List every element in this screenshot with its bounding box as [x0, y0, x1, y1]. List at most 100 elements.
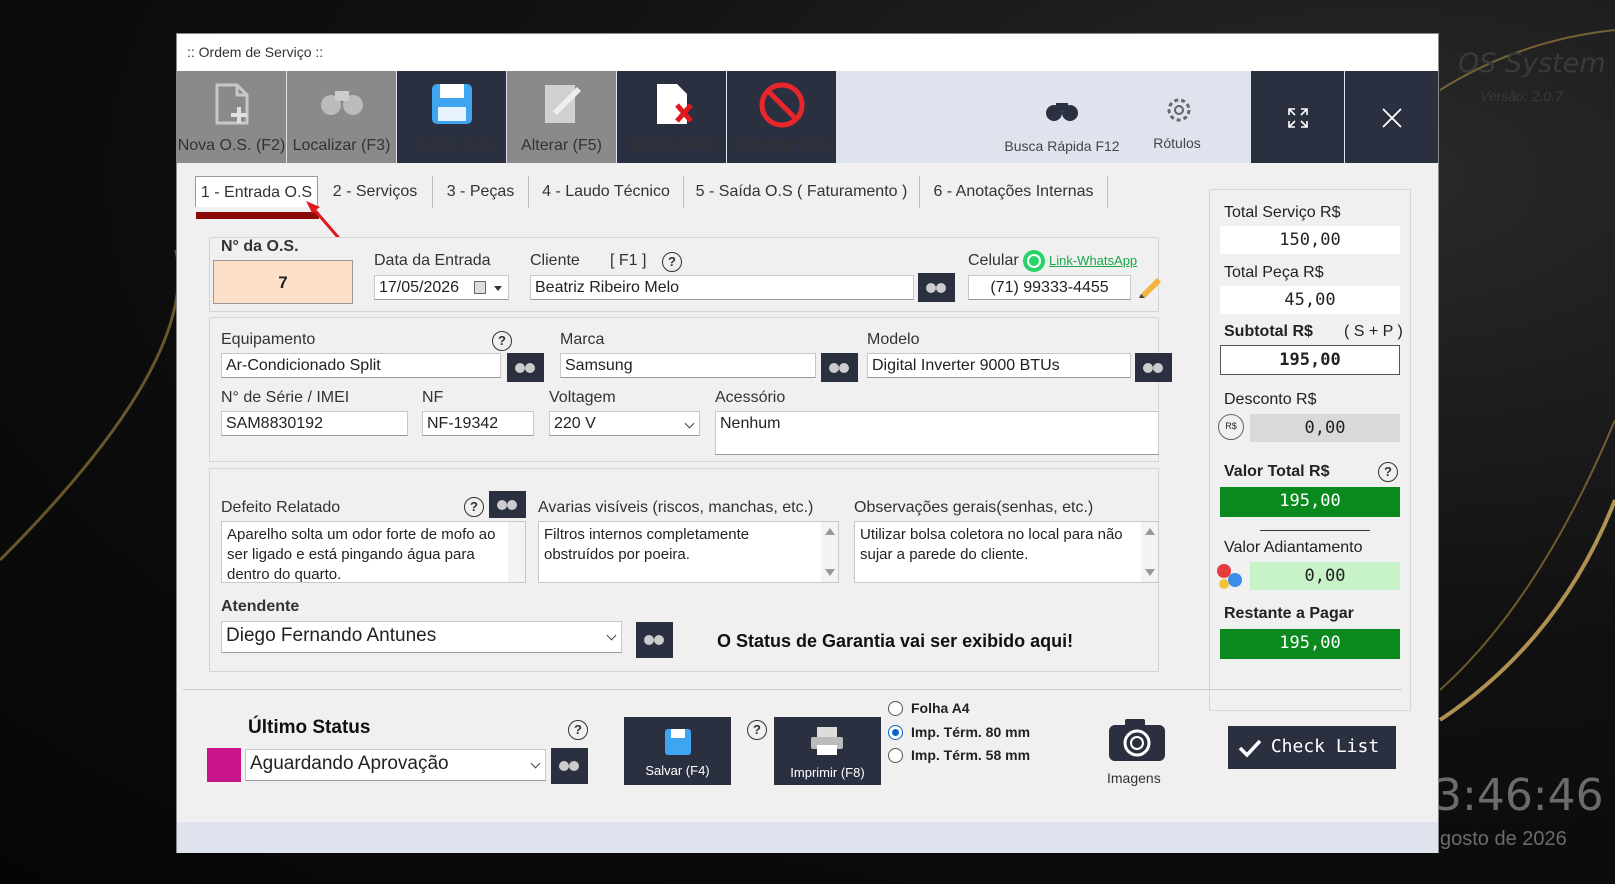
discount-label: Desconto R$	[1224, 391, 1317, 408]
client-field[interactable]: Beatriz Ribeiro Melo	[530, 275, 914, 300]
radio-80mm-dot[interactable]	[888, 725, 903, 740]
defect-search-button[interactable]	[489, 491, 526, 518]
defect-help-icon[interactable]: ?	[464, 497, 484, 517]
attendant-search-button[interactable]	[636, 622, 673, 658]
chevron-down-icon	[606, 630, 617, 641]
tab-laudo[interactable]: 4 - Laudo Técnico	[529, 176, 684, 208]
tab-entrada[interactable]: 1 - Entrada O.S	[195, 176, 318, 207]
service-order-window: :: Ordem de Serviço :: Nova O.S. (F2) Lo…	[176, 33, 1439, 853]
parts-total-label: Total Peça R$	[1224, 264, 1324, 281]
bottom-save-label: Salvar (F4)	[645, 763, 710, 778]
maximize-button[interactable]	[1251, 71, 1344, 163]
currency-icon: R$	[1218, 414, 1244, 440]
cancel-label: Cancelar (F7)	[732, 137, 831, 154]
delete-button[interactable]: Excluir (F6)	[617, 71, 726, 163]
radio-a4-label: Folha A4	[911, 700, 970, 716]
grand-total-help-icon[interactable]: ?	[1378, 462, 1398, 482]
damages-textarea[interactable]: Filtros internos completamente obstruído…	[538, 521, 839, 583]
pencil-icon[interactable]	[1137, 274, 1163, 303]
brand-search-button[interactable]	[821, 353, 858, 382]
payment-icon[interactable]	[1215, 562, 1245, 595]
radio-58mm[interactable]: Imp. Térm. 58 mm	[888, 747, 1030, 763]
model-field[interactable]: Digital Inverter 9000 BTUs	[867, 353, 1131, 378]
status-select[interactable]: Aguardando Aprovação	[245, 749, 546, 781]
save-button[interactable]: Salvar (F4)	[397, 71, 506, 163]
subtotal-hint: ( S + P )	[1344, 323, 1403, 340]
whatsapp-icon	[1023, 250, 1045, 272]
binoculars-icon	[644, 635, 664, 645]
delete-doc-icon	[649, 81, 695, 130]
bottom-save-button[interactable]: Salvar (F4)	[624, 717, 731, 785]
tab-anotacoes[interactable]: 6 - Anotações Internas	[920, 176, 1108, 208]
checklist-button[interactable]: Check List	[1228, 726, 1396, 769]
radio-a4-dot[interactable]	[888, 701, 903, 716]
new-os-button[interactable]: Nova O.S. (F2)	[177, 71, 286, 163]
divider	[1260, 530, 1370, 531]
service-total-value: 150,00	[1220, 226, 1400, 254]
binoculars-icon	[317, 81, 367, 124]
chevron-down-icon[interactable]	[494, 286, 502, 291]
defect-scrollbar[interactable]	[508, 522, 525, 582]
brand-field[interactable]: Samsung	[560, 353, 816, 378]
attendant-select[interactable]: Diego Fernando Antunes	[221, 621, 622, 653]
model-label: Modelo	[867, 331, 920, 348]
notes-scrollbar[interactable]	[1141, 522, 1158, 582]
tab-pecas[interactable]: 3 - Peças	[433, 176, 529, 208]
binoculars-icon	[926, 283, 946, 293]
tab-saida[interactable]: 5 - Saída O.S ( Faturamento )	[684, 176, 920, 208]
notes-textarea[interactable]: Utilizar bolsa coletora no local para nã…	[854, 521, 1159, 583]
last-status-label: Último Status	[248, 717, 371, 738]
footer-strip	[177, 822, 1438, 853]
phone-field[interactable]: (71) 99333-4455	[968, 275, 1131, 300]
images-label: Imagens	[1107, 770, 1161, 786]
camera-icon	[1109, 719, 1165, 761]
client-search-button[interactable]	[918, 273, 955, 302]
close-button[interactable]	[1345, 71, 1438, 163]
accessory-field[interactable]: Nenhum	[715, 411, 1159, 455]
notes-label: Observações gerais(senhas, etc.)	[854, 499, 1094, 516]
client-label: Cliente	[530, 252, 580, 269]
radio-80mm[interactable]: Imp. Térm. 80 mm	[888, 724, 1030, 740]
expand-icon	[1287, 107, 1309, 134]
labels-button[interactable]: Rótulos	[1132, 71, 1222, 163]
status-search-button[interactable]	[551, 748, 588, 784]
serial-field[interactable]: SAM8830192	[221, 411, 408, 436]
quick-search-button[interactable]: Busca Rápida F12	[992, 71, 1132, 163]
equipment-help-icon[interactable]: ?	[492, 331, 512, 351]
labels-label: Rótulos	[1153, 135, 1201, 151]
attendant-value: Diego Fernando Antunes	[226, 625, 437, 646]
equipment-search-button[interactable]	[507, 353, 544, 382]
whatsapp-link[interactable]: Link-WhatsApp	[1049, 253, 1137, 268]
cancel-button[interactable]: Cancelar (F7)	[727, 71, 836, 163]
entry-date-value: 17/05/2026	[379, 279, 460, 296]
model-search-button[interactable]	[1135, 353, 1172, 382]
entry-date-field[interactable]: 17/05/2026	[374, 275, 509, 300]
client-hint: [ F1 ]	[610, 252, 647, 269]
images-button[interactable]	[1107, 717, 1171, 765]
print-button[interactable]: Imprimir (F8)	[774, 717, 881, 785]
voltage-select[interactable]: 220 V	[549, 411, 700, 436]
equipment-field[interactable]: Ar-Condicionado Split	[221, 353, 501, 378]
find-button[interactable]: Localizar (F3)	[287, 71, 396, 163]
radio-a4[interactable]: Folha A4	[888, 700, 970, 716]
equipment-label: Equipamento	[221, 331, 316, 348]
advance-field[interactable]: 0,00	[1250, 562, 1400, 590]
status-color-swatch	[207, 748, 241, 782]
nf-field[interactable]: NF-19342	[422, 411, 534, 436]
damages-scrollbar[interactable]	[821, 522, 838, 582]
grand-total-label: Valor Total R$	[1224, 463, 1330, 480]
voltage-label: Voltagem	[549, 389, 616, 406]
edit-button[interactable]: Alterar (F5)	[507, 71, 616, 163]
radio-80mm-label: Imp. Térm. 80 mm	[911, 724, 1031, 740]
print-help-icon[interactable]: ?	[747, 720, 767, 740]
defect-textarea[interactable]: Aparelho solta um odor forte de mofo ao …	[221, 521, 526, 583]
calendar-icon[interactable]	[474, 281, 486, 294]
discount-field[interactable]: 0,00	[1250, 414, 1400, 442]
radio-58mm-dot[interactable]	[888, 748, 903, 763]
client-help-icon[interactable]: ?	[662, 252, 682, 272]
nf-label: NF	[422, 389, 444, 406]
gears-icon	[1164, 95, 1194, 128]
status-help-icon[interactable]: ?	[568, 720, 588, 740]
parts-total-value: 45,00	[1220, 286, 1400, 314]
floppy-save-icon	[429, 81, 475, 130]
